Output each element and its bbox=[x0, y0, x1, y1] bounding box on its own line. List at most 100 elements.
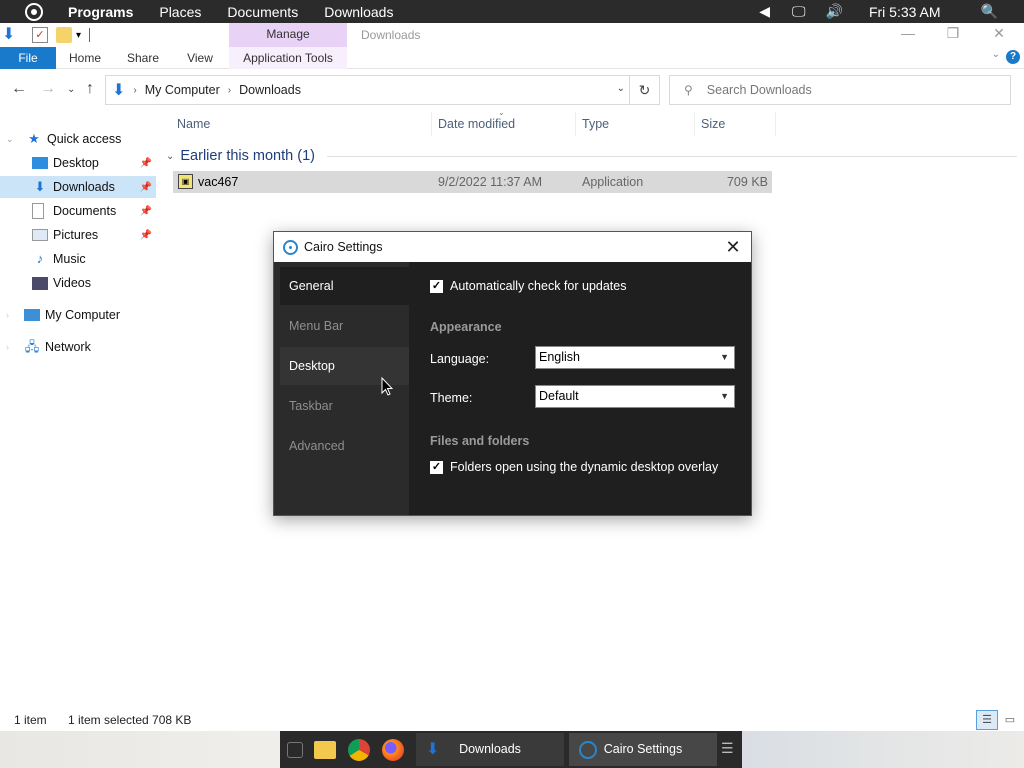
auto-update-option[interactable]: ✓ Automatically check for updates bbox=[430, 279, 626, 293]
breadcrumb-chevron-icon[interactable]: › bbox=[228, 85, 231, 96]
breadcrumb-my-computer[interactable]: My Computer bbox=[145, 83, 220, 97]
star-icon: ★ bbox=[28, 131, 40, 146]
firefox-icon[interactable] bbox=[382, 739, 404, 761]
address-bar[interactable]: ⬇ › My Computer › Downloads ⌄ ↻ bbox=[105, 75, 660, 105]
nav-desktop[interactable]: Desktop 📌 bbox=[0, 152, 156, 174]
settings-tab-general[interactable]: General bbox=[280, 267, 409, 305]
folders-overlay-checkbox[interactable]: ✓ bbox=[430, 460, 443, 474]
menu-programs[interactable]: Programs bbox=[68, 4, 133, 20]
nav-documents[interactable]: Documents 📌 bbox=[0, 200, 156, 222]
large-icons-view-button[interactable]: ▭ bbox=[999, 710, 1021, 730]
nav-network[interactable]: › 🖧 Network bbox=[0, 336, 156, 358]
search-icon[interactable]: 🔍 bbox=[981, 3, 998, 20]
desktop-overlay-icon[interactable] bbox=[287, 742, 303, 758]
nav-quick-access[interactable]: ⌄ ★ Quick access bbox=[0, 128, 156, 150]
address-dropdown-icon[interactable]: ⌄ bbox=[617, 83, 625, 94]
pin-icon[interactable]: 📌 bbox=[140, 230, 152, 241]
tab-view[interactable]: View bbox=[175, 47, 225, 69]
expand-ribbon-icon[interactable]: ⌄ bbox=[992, 49, 1000, 60]
folders-overlay-option[interactable]: ✓ Folders open using the dynamic desktop… bbox=[430, 460, 718, 474]
back-button[interactable]: ← bbox=[11, 80, 27, 98]
expand-chevron-icon[interactable]: › bbox=[6, 342, 9, 352]
item-count: 1 item bbox=[14, 713, 47, 727]
close-icon[interactable]: ✕ bbox=[721, 235, 745, 259]
mouse-cursor-icon bbox=[381, 377, 393, 396]
chrome-icon[interactable] bbox=[348, 739, 370, 761]
column-header-type[interactable]: Type bbox=[577, 112, 695, 136]
music-icon: ♪ bbox=[36, 251, 44, 266]
network-icon[interactable]: 🖵 bbox=[792, 3, 806, 20]
breadcrumb-downloads[interactable]: Downloads bbox=[239, 83, 301, 97]
nav-pictures[interactable]: Pictures 📌 bbox=[0, 224, 156, 246]
auto-update-checkbox[interactable]: ✓ bbox=[430, 279, 443, 293]
tab-application-tools[interactable]: Application Tools bbox=[229, 47, 347, 69]
network-icon: 🖧 bbox=[24, 339, 40, 354]
settings-tab-menu-bar[interactable]: Menu Bar bbox=[280, 307, 409, 345]
properties-icon[interactable]: ✓ bbox=[32, 27, 48, 43]
details-view-button[interactable]: ☰ bbox=[976, 710, 998, 730]
cairo-icon bbox=[283, 239, 298, 255]
customize-toolbar-icon[interactable]: ▾ bbox=[76, 30, 81, 41]
collapse-chevron-icon[interactable]: ⌄ bbox=[166, 151, 174, 162]
language-select[interactable]: English ▼ bbox=[535, 346, 735, 369]
group-header[interactable]: ⌄ Earlier this month (1) bbox=[166, 145, 315, 167]
minimize-button[interactable]: — bbox=[885, 25, 931, 45]
cairo-logo-icon[interactable] bbox=[25, 2, 43, 21]
menu-places[interactable]: Places bbox=[159, 4, 201, 20]
task-list-menu-icon[interactable]: ☰ bbox=[721, 740, 734, 757]
theme-label: Theme: bbox=[430, 391, 473, 405]
search-input[interactable]: ⚲ Search Downloads bbox=[669, 75, 1011, 105]
new-folder-icon[interactable] bbox=[56, 27, 72, 43]
quick-access-toolbar: ⬇ ✓ ▾ bbox=[0, 23, 230, 47]
pin-icon[interactable]: 📌 bbox=[140, 182, 152, 193]
menu-downloads[interactable]: Downloads bbox=[324, 4, 393, 20]
collapse-chevron-icon[interactable]: ⌄ bbox=[6, 134, 14, 145]
appearance-heading: Appearance bbox=[430, 320, 502, 334]
refresh-button[interactable]: ↻ bbox=[629, 76, 659, 104]
chevron-down-icon: ▼ bbox=[720, 391, 729, 401]
pin-icon[interactable]: 📌 bbox=[140, 206, 152, 217]
theme-select[interactable]: Default ▼ bbox=[535, 385, 735, 408]
group-label: Earlier this month (1) bbox=[180, 148, 315, 164]
forward-button[interactable]: → bbox=[40, 80, 56, 98]
task-cairo-settings[interactable]: Cairo Settings bbox=[569, 733, 717, 766]
tab-share[interactable]: Share bbox=[118, 47, 168, 69]
tab-file[interactable]: File bbox=[0, 47, 56, 69]
desktop-icon bbox=[32, 157, 48, 169]
menu-documents[interactable]: Documents bbox=[227, 4, 298, 20]
settings-tab-advanced[interactable]: Advanced bbox=[280, 427, 409, 465]
recent-locations-icon[interactable]: ⌄ bbox=[67, 84, 75, 95]
nav-downloads[interactable]: ⬇ Downloads 📌 bbox=[0, 176, 156, 198]
close-window-button[interactable]: ✕ bbox=[976, 25, 1022, 45]
taskbar-strip: ⬇ Downloads Cairo Settings ☰ bbox=[280, 731, 742, 768]
restore-button[interactable]: ❐ bbox=[930, 25, 976, 45]
breadcrumb-chevron-icon[interactable]: › bbox=[133, 85, 136, 96]
task-downloads[interactable]: ⬇ Downloads bbox=[416, 733, 564, 766]
column-header-name[interactable]: Name bbox=[172, 112, 432, 136]
tab-home[interactable]: Home bbox=[60, 47, 110, 69]
file-name: vac467 bbox=[198, 175, 239, 189]
group-divider bbox=[327, 156, 1017, 157]
cairo-settings-dialog: Cairo Settings ✕ General Menu Bar Deskto… bbox=[273, 231, 752, 516]
nav-my-computer[interactable]: › My Computer bbox=[0, 304, 156, 326]
nav-music[interactable]: ♪ Music bbox=[0, 248, 156, 270]
chevron-down-icon: ▼ bbox=[720, 352, 729, 362]
nav-videos[interactable]: Videos bbox=[0, 272, 156, 294]
menu-bar: Programs Places Documents Downloads ◀ 🖵 … bbox=[0, 0, 1024, 23]
clock[interactable]: Fri 5:33 AM bbox=[869, 4, 941, 20]
pin-icon[interactable]: 📌 bbox=[140, 158, 152, 169]
dialog-title-bar[interactable]: Cairo Settings ✕ bbox=[274, 232, 751, 262]
tray-arrow-icon[interactable]: ◀ bbox=[759, 3, 770, 20]
expand-chevron-icon[interactable]: › bbox=[6, 310, 9, 320]
manage-context-tab: Manage bbox=[229, 23, 347, 47]
help-icon[interactable]: ? bbox=[1006, 50, 1020, 64]
up-button[interactable]: ↑ bbox=[86, 80, 94, 98]
file-row[interactable]: ▣ vac467 9/2/2022 11:37 AM Application 7… bbox=[173, 171, 772, 193]
column-header-size[interactable]: Size bbox=[696, 112, 776, 136]
folders-overlay-label: Folders open using the dynamic desktop o… bbox=[450, 460, 719, 474]
selection-info: 1 item selected 708 KB bbox=[68, 713, 192, 727]
toolbar-divider bbox=[89, 28, 91, 42]
volume-icon[interactable]: 🔊 bbox=[826, 3, 843, 20]
file-explorer-icon[interactable] bbox=[314, 741, 336, 759]
column-header-date[interactable]: Date modified bbox=[433, 112, 576, 136]
